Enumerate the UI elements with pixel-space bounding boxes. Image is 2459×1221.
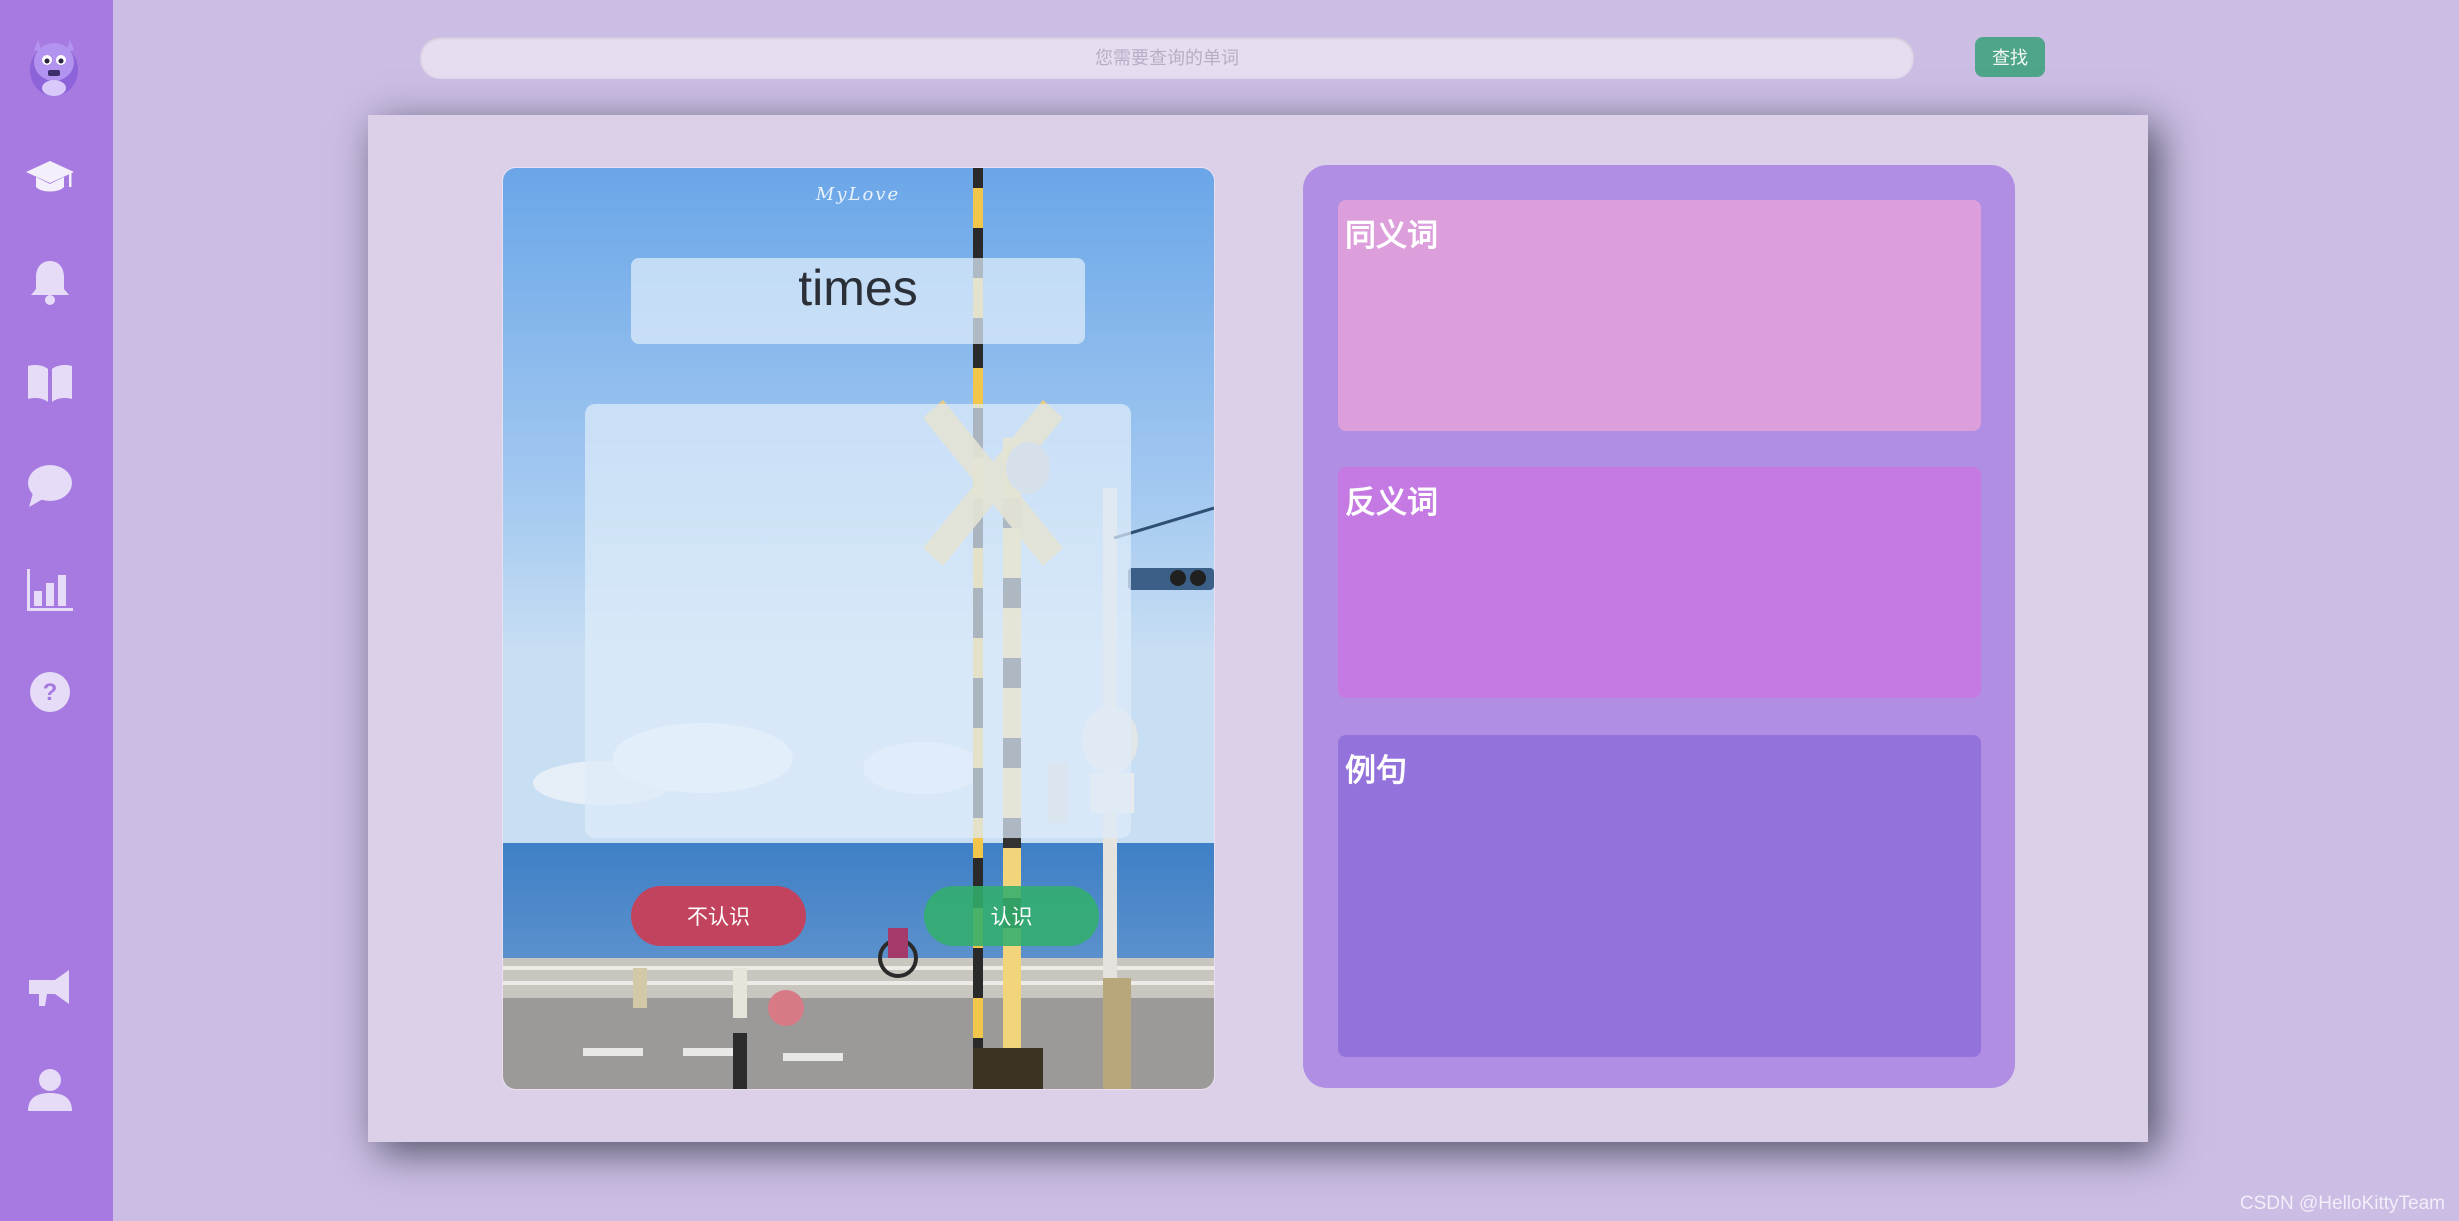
question-circle-icon[interactable]: ? (20, 662, 80, 722)
megaphone-icon[interactable] (20, 957, 80, 1017)
svg-text:?: ? (43, 679, 58, 706)
word-display: times (631, 258, 1085, 344)
synonyms-card: 同义词 (1338, 200, 1981, 431)
main-panel: MyLove times 不认识 认识 同义词 反义词 例句 (368, 115, 2148, 1142)
chat-bubble-icon[interactable] (20, 456, 80, 516)
antonyms-title: 反义词 (1345, 485, 1438, 520)
mascot-logo[interactable] (22, 28, 86, 98)
known-button[interactable]: 认识 (924, 886, 1099, 946)
brand-signature: MyLove (815, 184, 901, 205)
bar-chart-icon[interactable] (20, 560, 80, 620)
word-details-panel: 同义词 反义词 例句 (1303, 165, 2015, 1088)
synonyms-title: 同义词 (1345, 218, 1438, 253)
antonyms-card: 反义词 (1338, 467, 1981, 698)
examples-card: 例句 (1338, 735, 1981, 1057)
graduation-cap-icon[interactable] (20, 148, 80, 208)
meaning-area (585, 404, 1131, 838)
unknown-button[interactable]: 不认识 (631, 886, 806, 946)
word-card: MyLove times 不认识 认识 (502, 167, 1215, 1090)
search-input[interactable] (420, 37, 1914, 79)
word-text: times (798, 260, 918, 316)
search-button[interactable]: 查找 (1975, 37, 2045, 77)
examples-title: 例句 (1345, 753, 1407, 788)
user-icon[interactable] (20, 1060, 80, 1120)
bell-icon[interactable] (20, 252, 80, 312)
book-icon[interactable] (20, 353, 80, 413)
sidebar: ? (0, 0, 113, 1221)
watermark: CSDN @HelloKittyTeam (2239, 1193, 2445, 1214)
